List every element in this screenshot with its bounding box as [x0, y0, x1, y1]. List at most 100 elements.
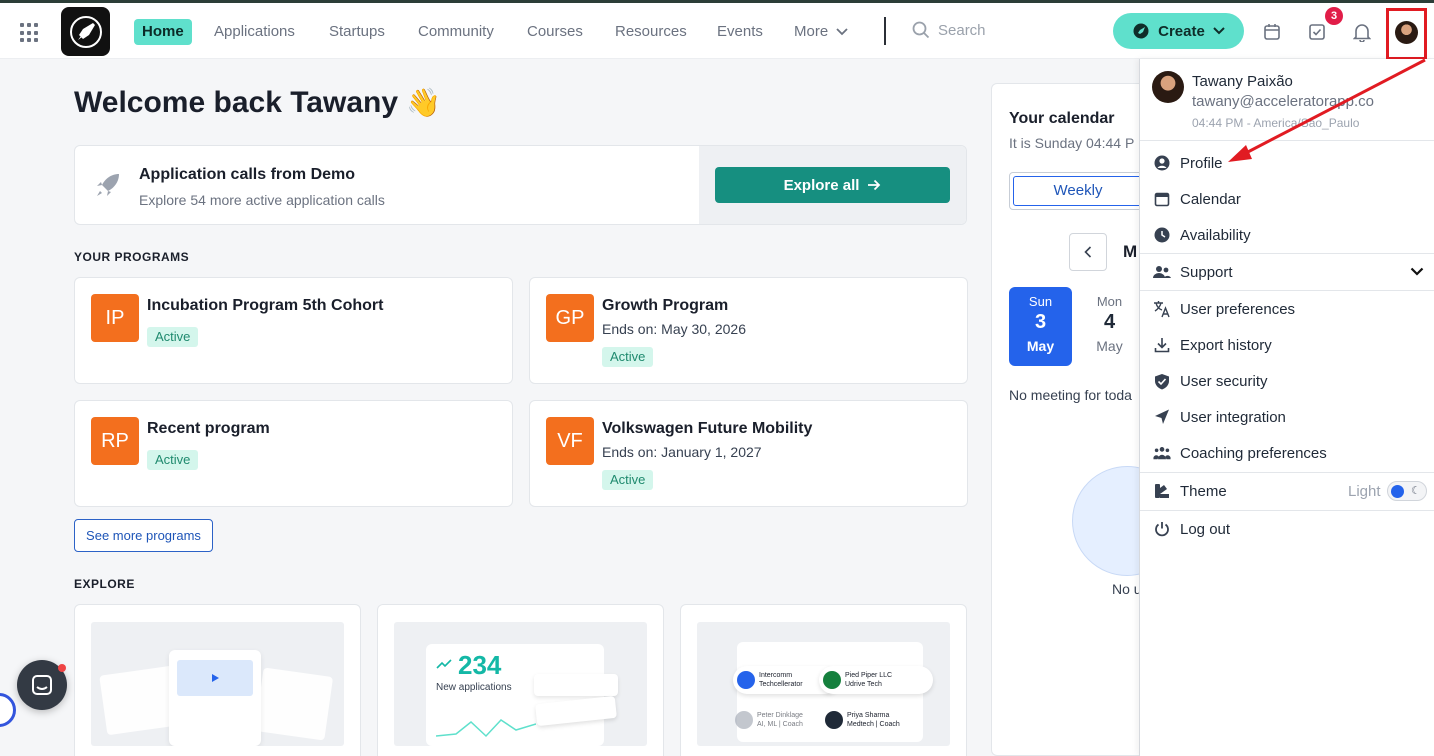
users-icon — [1153, 263, 1171, 281]
rocket-small-icon — [1133, 23, 1149, 39]
sparkline-chart — [436, 719, 536, 738]
illustration-doc — [254, 667, 334, 741]
menu-item-label: Availability — [1180, 226, 1251, 244]
user-email: tawany@acceleratorapp.co — [1192, 93, 1374, 110]
calendar-icon — [1264, 24, 1280, 40]
calendar-title: Your calendar — [1009, 110, 1115, 127]
menu-item-theme[interactable]: Theme Light ☾ — [1140, 473, 1434, 509]
program-card-volkswagen[interactable]: VF Volkswagen Future Mobility Ends on: J… — [529, 400, 968, 507]
nav-resources[interactable]: Resources — [607, 19, 695, 45]
status-badge: Active — [602, 347, 654, 367]
welcome-heading: Welcome back Tawany 👋 — [74, 86, 441, 120]
program-card-incubation[interactable]: IP Incubation Program 5th Cohort Active — [74, 277, 513, 384]
welcome-text: Welcome back Tawany — [74, 86, 399, 119]
empty-state-text: No u — [1112, 581, 1142, 597]
sun-icon — [1391, 485, 1404, 498]
menu-item-log-out[interactable]: Log out — [1140, 511, 1434, 547]
translate-icon — [1153, 300, 1171, 318]
bell-icon — [1353, 24, 1371, 42]
day-number: 4 — [1103, 311, 1116, 333]
menu-item-support[interactable]: Support — [1140, 254, 1434, 290]
rocket-icon — [69, 15, 102, 48]
day-number: 3 — [1034, 311, 1047, 333]
create-button[interactable]: Create — [1113, 13, 1244, 49]
create-label: Create — [1158, 22, 1205, 40]
chevron-down-icon — [1410, 267, 1424, 276]
calendar-panel: Your calendar It is Sunday 04:44 P Weekl… — [991, 83, 1182, 756]
explore-all-button[interactable]: Explore all — [715, 167, 950, 203]
app-grid-icon[interactable] — [20, 23, 40, 43]
calendar-nav-button[interactable] — [1260, 20, 1284, 44]
program-card-recent[interactable]: RP Recent program Active — [74, 400, 513, 507]
status-badge: Active — [602, 470, 654, 490]
menu-item-availability[interactable]: Availability — [1140, 217, 1434, 253]
avatar — [735, 711, 753, 729]
person-role: Medtech | Coach — [847, 721, 900, 728]
menu-item-label: Coaching preferences — [1180, 444, 1327, 462]
menu-item-user-security[interactable]: User security — [1140, 363, 1434, 399]
person-chip: Priya Sharma Medtech | Coach — [821, 708, 921, 732]
nav-home[interactable]: Home — [134, 19, 192, 45]
nav-startups[interactable]: Startups — [321, 19, 393, 45]
explore-card-illustration — [91, 622, 344, 746]
avatar[interactable] — [1395, 21, 1418, 44]
search-box[interactable]: Search — [912, 21, 986, 39]
application-calls-title: Application calls from Demo — [139, 166, 356, 183]
explore-all-label: Explore all — [783, 176, 860, 194]
nav-applications[interactable]: Applications — [206, 19, 303, 45]
download-icon — [1153, 336, 1171, 354]
nav-events[interactable]: Events — [709, 19, 771, 45]
tasks-nav-button[interactable] — [1305, 20, 1329, 44]
theme-toggle[interactable]: ☾ — [1387, 481, 1427, 501]
day-sun-selected[interactable]: Sun 3 May — [1009, 287, 1072, 366]
theme-value: Light — [1348, 483, 1381, 500]
application-calls-subtitle: Explore 54 more active application calls — [139, 192, 385, 208]
avatar — [825, 711, 843, 729]
program-abbr: GP — [546, 294, 594, 342]
programs-section-title: YOUR PROGRAMS — [74, 250, 190, 264]
menu-item-export-history[interactable]: Export history — [1140, 327, 1434, 363]
nav-more-label: More — [794, 23, 829, 40]
user-timezone: 04:44 PM - America/Sao_Paulo — [1192, 116, 1360, 130]
notifications-button[interactable] — [1350, 20, 1374, 44]
rocket-icon — [97, 174, 119, 196]
program-name: Growth Program — [602, 297, 729, 314]
explore-card-applications[interactable]: 234 New applications — [377, 604, 664, 756]
menu-item-user-preferences[interactable]: User preferences — [1140, 291, 1434, 327]
avatar-highlight-box[interactable] — [1386, 8, 1427, 60]
menu-item-profile[interactable]: Profile — [1140, 145, 1434, 181]
explore-card-courses[interactable] — [74, 604, 361, 756]
nav-more[interactable]: More — [786, 19, 856, 45]
calendar-subtitle: It is Sunday 04:44 P — [1009, 135, 1135, 151]
program-card-growth[interactable]: GP Growth Program Ends on: May 30, 2026 … — [529, 277, 968, 384]
program-name: Recent program — [147, 420, 270, 437]
group-icon — [1153, 444, 1171, 462]
nav-divider — [884, 17, 886, 45]
nav-courses[interactable]: Courses — [519, 19, 591, 45]
user-name: Tawany Paixão — [1192, 73, 1293, 90]
calendar-icon — [1153, 190, 1171, 208]
menu-item-calendar[interactable]: Calendar — [1140, 181, 1434, 217]
stat-label: New applications — [436, 682, 512, 693]
explore-card-community[interactable]: Intercomm Techcellerator Pied Piper LLC … — [680, 604, 967, 756]
day-mon[interactable]: Mon 4 May — [1078, 287, 1141, 366]
power-icon — [1153, 520, 1171, 538]
illustration-video-card — [169, 650, 261, 746]
chevron-down-icon — [836, 28, 848, 36]
menu-item-coaching-preferences[interactable]: Coaching preferences — [1140, 435, 1434, 471]
view-weekly-button[interactable]: Weekly — [1013, 176, 1143, 206]
illustration-video — [177, 660, 253, 696]
user-circle-icon — [1153, 154, 1171, 172]
see-more-programs-button[interactable]: See more programs — [74, 519, 213, 552]
chat-icon — [32, 675, 52, 695]
day-dow: Sun — [1028, 294, 1053, 309]
top-navigation: Home Applications Startups Community Cou… — [0, 3, 1434, 60]
nav-community[interactable]: Community — [410, 19, 502, 45]
program-abbr: RP — [91, 417, 139, 465]
person-name: Priya Sharma — [847, 712, 890, 719]
menu-item-label: Theme — [1180, 482, 1227, 500]
prev-week-button[interactable] — [1069, 233, 1107, 271]
menu-item-user-integration[interactable]: User integration — [1140, 399, 1434, 435]
day-month: May — [1026, 338, 1055, 354]
rocket-logo[interactable] — [61, 7, 110, 56]
